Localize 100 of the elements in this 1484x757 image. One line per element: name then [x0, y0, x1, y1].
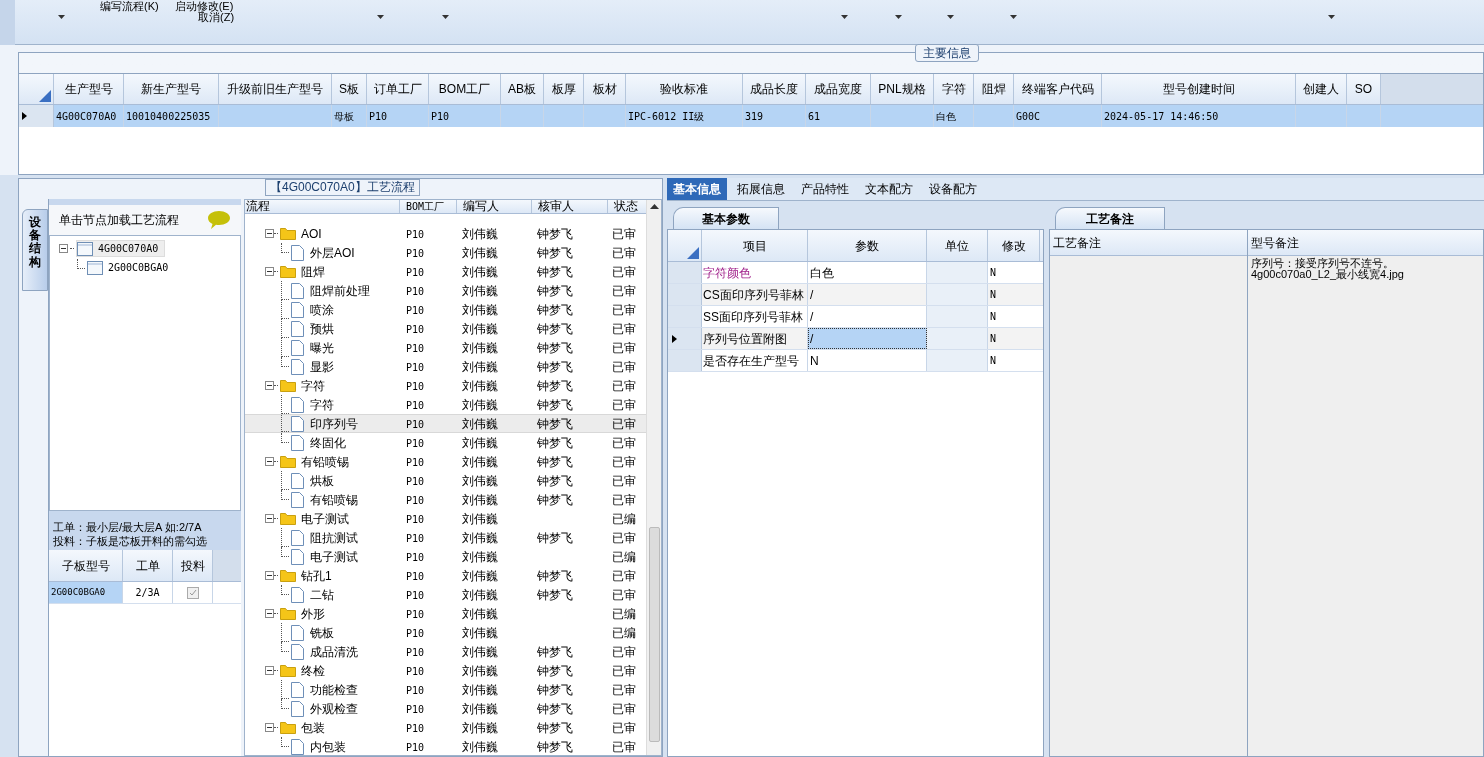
dropdown-caret-icon[interactable] — [442, 15, 449, 19]
column-header[interactable]: 单位 — [927, 230, 988, 261]
column-header[interactable]: 流程 — [245, 200, 400, 213]
process-row[interactable]: 字符 P10 刘伟巍 钟梦飞 已审 — [245, 395, 646, 414]
column-header[interactable]: 成品长度 — [743, 74, 806, 104]
checkbox[interactable] — [186, 586, 199, 599]
table-cell: 钟梦飞 — [537, 378, 573, 393]
column-header[interactable]: 阻焊 — [974, 74, 1014, 104]
collapse-icon[interactable] — [265, 571, 274, 580]
column-header[interactable]: 创建人 — [1296, 74, 1347, 104]
process-row[interactable]: 预烘 P10 刘伟巍 钟梦飞 已审 — [245, 319, 646, 338]
collapse-icon[interactable] — [265, 381, 274, 390]
process-row[interactable]: 阻焊前处理 P10 刘伟巍 钟梦飞 已审 — [245, 281, 646, 300]
process-row[interactable]: 喷涂 P10 刘伟巍 钟梦飞 已审 — [245, 300, 646, 319]
collapse-icon[interactable] — [265, 723, 274, 732]
collapse-icon[interactable] — [265, 666, 274, 675]
process-row[interactable]: 终固化 P10 刘伟巍 钟梦飞 已审 — [245, 433, 646, 452]
tab[interactable]: 产品特性 — [795, 178, 855, 200]
table-row[interactable]: 4G00C070A0 10010400225035 母板 P10 P10 IPC-6012 II级 319 61 白色 G00C 2024-05-17 14:46:50 — [19, 105, 1483, 127]
panel-tab[interactable]: 基本参数 — [673, 207, 779, 229]
process-note-field[interactable] — [1050, 256, 1247, 756]
column-header[interactable]: 板厚 — [544, 74, 584, 104]
collapse-icon[interactable] — [265, 267, 274, 276]
side-tab[interactable]: 设备结构 — [22, 209, 48, 291]
process-row[interactable]: 电子测试 P10 刘伟巍 已编 — [245, 547, 646, 566]
tab[interactable]: 拓展信息 — [731, 178, 791, 200]
process-row[interactable]: 终检 P10 刘伟巍 钟梦飞 已审 — [245, 661, 646, 680]
process-row[interactable]: 阻焊 P10 刘伟巍 钟梦飞 已审 — [245, 262, 646, 281]
process-row[interactable]: 外层AOI P10 刘伟巍 钟梦飞 已审 — [245, 243, 646, 262]
column-header[interactable]: BOM工厂 — [429, 74, 501, 104]
tree-node[interactable]: 4G00C070A0 — [76, 240, 166, 257]
column-header[interactable]: 子板型号 — [49, 550, 123, 581]
process-row[interactable]: 内包装 P10 刘伟巍 钟梦飞 已审 — [245, 737, 646, 755]
dropdown-caret-icon[interactable] — [1010, 15, 1017, 19]
process-row[interactable]: 阻抗测试 P10 刘伟巍 钟梦飞 已审 — [245, 528, 646, 547]
table-cell: P10 — [406, 456, 425, 468]
table-cell: 刘伟巍 — [462, 530, 498, 545]
tree-label: 阻焊前处理 — [310, 282, 370, 300]
table-cell-text: 2G00C0BGA0 — [51, 585, 106, 599]
collapse-icon[interactable] — [265, 229, 274, 238]
column-header[interactable]: 板材 — [584, 74, 626, 104]
process-row[interactable]: 包装 P10 刘伟巍 钟梦飞 已审 — [245, 718, 646, 737]
tab[interactable]: 文本配方 — [859, 178, 919, 200]
process-row[interactable]: 二钻 P10 刘伟巍 钟梦飞 已审 — [245, 585, 646, 604]
dropdown-caret-icon[interactable] — [377, 15, 384, 19]
dropdown-caret-icon[interactable] — [841, 15, 848, 19]
column-header[interactable]: PNL规格 — [871, 74, 934, 104]
column-header[interactable]: 终端客户代码 — [1014, 74, 1102, 104]
tab[interactable]: 设备配方 — [923, 178, 983, 200]
column-header[interactable]: 升级前旧生产型号 — [219, 74, 332, 104]
toolbar-button[interactable]: 编写流程(K) — [100, 0, 159, 12]
process-row[interactable]: 有铅喷锡 P10 刘伟巍 钟梦飞 已审 — [245, 490, 646, 509]
process-row[interactable]: 电子测试 P10 刘伟巍 已编 — [245, 509, 646, 528]
process-row[interactable]: 外形 P10 刘伟巍 已编 — [245, 604, 646, 623]
dropdown-caret-icon[interactable] — [895, 15, 902, 19]
process-row[interactable]: 成品清洗 P10 刘伟巍 钟梦飞 已审 — [245, 642, 646, 661]
column-header[interactable]: 成品宽度 — [806, 74, 871, 104]
column-header[interactable]: 工单 — [123, 550, 173, 581]
panel-tab[interactable]: 工艺备注 — [1055, 207, 1165, 229]
process-row[interactable]: 有铅喷锡 P10 刘伟巍 钟梦飞 已审 — [245, 452, 646, 471]
process-row[interactable]: AOI P10 刘伟巍 钟梦飞 已审 — [245, 224, 646, 243]
process-row[interactable]: 功能检查 P10 刘伟巍 钟梦飞 已审 — [245, 680, 646, 699]
collapse-icon[interactable] — [265, 457, 274, 466]
column-header[interactable]: 新生产型号 — [124, 74, 219, 104]
column-header[interactable]: 修改 — [988, 230, 1040, 261]
tree-node[interactable]: 2G00C0BGA0 — [87, 260, 175, 275]
column-header[interactable]: 项目 — [702, 230, 808, 261]
column-header[interactable]: 编写人 — [457, 200, 532, 213]
dropdown-caret-icon[interactable] — [58, 15, 65, 19]
process-row[interactable]: 钻孔1 P10 刘伟巍 钟梦飞 已审 — [245, 566, 646, 585]
process-row[interactable]: 烘板 P10 刘伟巍 钟梦飞 已审 — [245, 471, 646, 490]
tab[interactable]: 基本信息 — [667, 178, 727, 200]
collapse-icon[interactable] — [265, 609, 274, 618]
process-row[interactable]: 印序列号 P10 刘伟巍 钟梦飞 已审 — [245, 414, 646, 433]
process-row[interactable]: 曝光 P10 刘伟巍 钟梦飞 已审 — [245, 338, 646, 357]
column-header[interactable]: 订单工厂 — [367, 74, 429, 104]
collapse-icon[interactable] — [265, 514, 274, 523]
process-row[interactable]: 铣板 P10 刘伟巍 已编 — [245, 623, 646, 642]
column-header[interactable]: BOM工厂 — [400, 200, 457, 213]
column-header[interactable]: 型号创建时间 — [1102, 74, 1296, 104]
document-icon — [291, 472, 304, 489]
model-note-field[interactable]: 序列号：接受序列号不连号。 4g00c070a0_L2_最小线宽4.jpg — [1248, 256, 1483, 756]
scrollbar[interactable] — [646, 200, 661, 755]
toolbar-button[interactable]: 取消(Z) — [198, 11, 235, 23]
dropdown-caret-icon[interactable] — [947, 15, 954, 19]
dropdown-caret-icon[interactable] — [1328, 15, 1335, 19]
toolbar-button[interactable]: 启动修改(E) — [174, 0, 234, 12]
column-header[interactable]: 生产型号 — [54, 74, 124, 104]
scroll-up-icon[interactable] — [649, 204, 659, 209]
process-row[interactable]: 外观检查 P10 刘伟巍 钟梦飞 已审 — [245, 699, 646, 718]
column-header[interactable]: S板 — [332, 74, 367, 104]
column-header[interactable]: AB板 — [501, 74, 544, 104]
row-header[interactable] — [668, 328, 702, 349]
column-header[interactable]: 核审人 — [532, 200, 608, 213]
column-header[interactable]: 参数 — [808, 230, 927, 261]
column-header[interactable]: 字符 — [934, 74, 974, 104]
process-row[interactable]: 显影 P10 刘伟巍 钟梦飞 已审 — [245, 357, 646, 376]
process-row[interactable]: 字符 P10 刘伟巍 钟梦飞 已审 — [245, 376, 646, 395]
column-header[interactable]: 验收标准 — [626, 74, 743, 104]
collapse-icon[interactable] — [59, 244, 68, 253]
